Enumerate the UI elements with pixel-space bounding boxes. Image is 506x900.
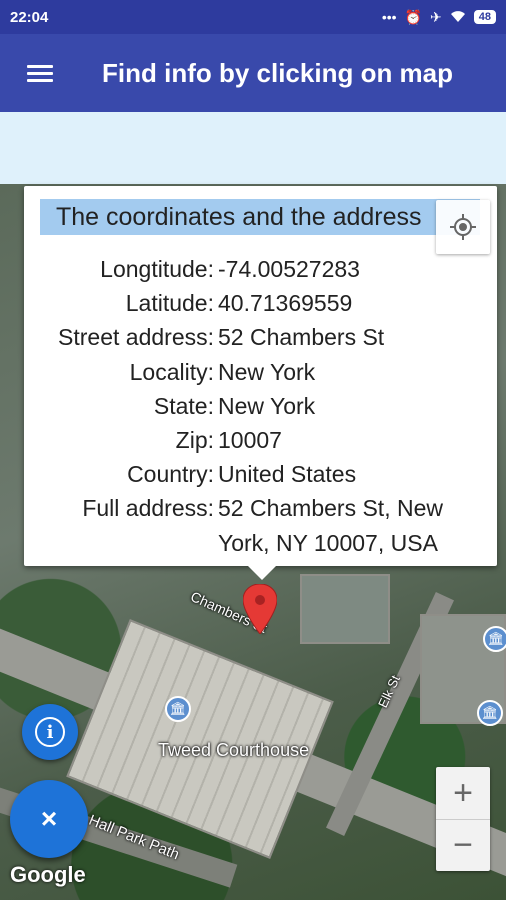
alarm-icon: ⏰: [404, 8, 423, 25]
info-row-latitude: Latitude: 40.71369559: [24, 286, 497, 320]
info-rows: Longtitude: -74.00527283 Latitude: 40.71…: [24, 252, 497, 560]
info-icon: i: [35, 717, 65, 747]
row-label: Street address:: [58, 324, 214, 351]
info-window-title: The coordinates and the address: [40, 199, 480, 235]
app-title: Find info by clicking on map: [102, 57, 454, 88]
battery-indicator: 48: [473, 10, 496, 24]
map-label-tweed: Tweed Courthouse: [158, 740, 310, 760]
row-label: State:: [153, 392, 214, 419]
row-value: 40.71369559: [218, 290, 353, 317]
more-icon: •••: [381, 9, 397, 25]
info-row-street: Street address: 52 Chambers St: [24, 320, 497, 354]
info-row-locality: Locality: New York: [24, 355, 497, 389]
zoom-out-button[interactable]: −: [436, 819, 490, 871]
address-info-window[interactable]: The coordinates and the address Longtitu…: [24, 186, 497, 580]
wifi-icon: [450, 9, 466, 26]
row-value: United States: [218, 461, 357, 488]
status-icons: ••• ⏰ ✈ 48: [382, 9, 496, 26]
zoom-controls: + −: [436, 767, 490, 871]
ad-banner-area: [0, 112, 506, 184]
info-row-longitude: Longtitude: -74.00527283: [24, 252, 497, 286]
info-row-full-address: Full address: 52 Chambers St, New York, …: [24, 491, 497, 559]
row-label: Full address:: [82, 495, 214, 522]
google-logo: Google: [10, 862, 86, 887]
row-label: Longtitude:: [100, 256, 214, 282]
status-bar: 22:04 ••• ⏰ ✈ 48: [0, 0, 506, 34]
hamburger-icon: [27, 61, 53, 86]
museum-poi-icon[interactable]: 🏛: [165, 696, 191, 722]
info-button[interactable]: i: [22, 704, 78, 760]
row-value: New York: [218, 392, 316, 419]
app-bar: Find info by clicking on map: [0, 34, 506, 112]
row-value: New York: [218, 358, 316, 385]
row-value: 52 Chambers St, New York, NY 10007, USA: [218, 495, 443, 556]
menu-button[interactable]: [0, 34, 80, 112]
info-row-country: Country: United States: [24, 457, 497, 491]
info-row-state: State: New York: [24, 389, 497, 423]
building: [300, 574, 390, 644]
map-pin-icon[interactable]: [243, 584, 277, 634]
info-row-zip: Zip: 10007: [24, 423, 497, 457]
museum-poi-icon[interactable]: 🏛: [477, 700, 503, 726]
close-button[interactable]: ×: [10, 780, 88, 858]
my-location-button[interactable]: [436, 200, 490, 254]
row-label: Latitude:: [125, 290, 214, 317]
row-value: 52 Chambers St: [218, 324, 385, 351]
airplane-icon: ✈: [430, 8, 442, 25]
zoom-in-button[interactable]: +: [436, 767, 490, 819]
row-label: Locality:: [129, 358, 214, 385]
status-time: 22:04: [10, 8, 49, 26]
row-label: Zip:: [175, 427, 214, 454]
row-label: Country:: [127, 461, 214, 488]
museum-poi-icon[interactable]: 🏛: [483, 626, 506, 652]
crosshair-icon: [450, 214, 476, 240]
row-value: 10007: [218, 427, 282, 454]
row-value: -74.00527283: [218, 256, 360, 282]
